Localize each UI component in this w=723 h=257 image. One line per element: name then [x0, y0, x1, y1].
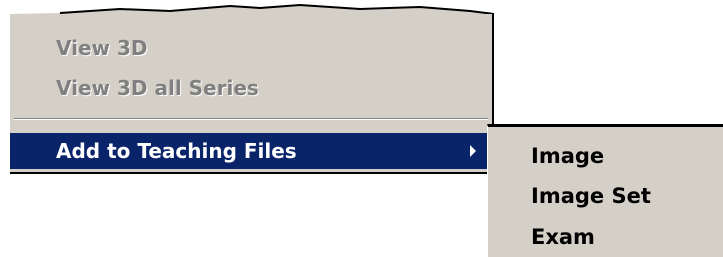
menu-item-label: View 3D	[56, 36, 148, 60]
menu-item-label: Add to Teaching Files	[56, 139, 297, 163]
context-menu: View 3D View 3D all Series Add to Teachi…	[10, 14, 494, 174]
menu-item-label: View 3D all Series	[56, 76, 259, 100]
triangle-right-icon	[470, 145, 476, 157]
submenu-item-label: Image	[531, 144, 605, 168]
menu-separator	[14, 118, 488, 120]
context-menu-screen: View 3D View 3D all Series Add to Teachi…	[0, 0, 723, 257]
menu-item-view-3d-all-series[interactable]: View 3D all Series	[10, 70, 490, 106]
submenu-item-label: Exam	[531, 225, 595, 249]
submenu-item-image-set[interactable]: Image Set	[488, 179, 723, 213]
teaching-files-submenu: Image Image Set Exam	[487, 124, 723, 257]
menu-item-view-3d[interactable]: View 3D	[10, 30, 490, 66]
submenu-item-image[interactable]: Image	[488, 139, 723, 173]
submenu-item-exam[interactable]: Exam	[488, 220, 723, 254]
submenu-item-label: Image Set	[531, 184, 651, 208]
menu-item-add-to-teaching-files[interactable]: Add to Teaching Files	[10, 133, 490, 169]
